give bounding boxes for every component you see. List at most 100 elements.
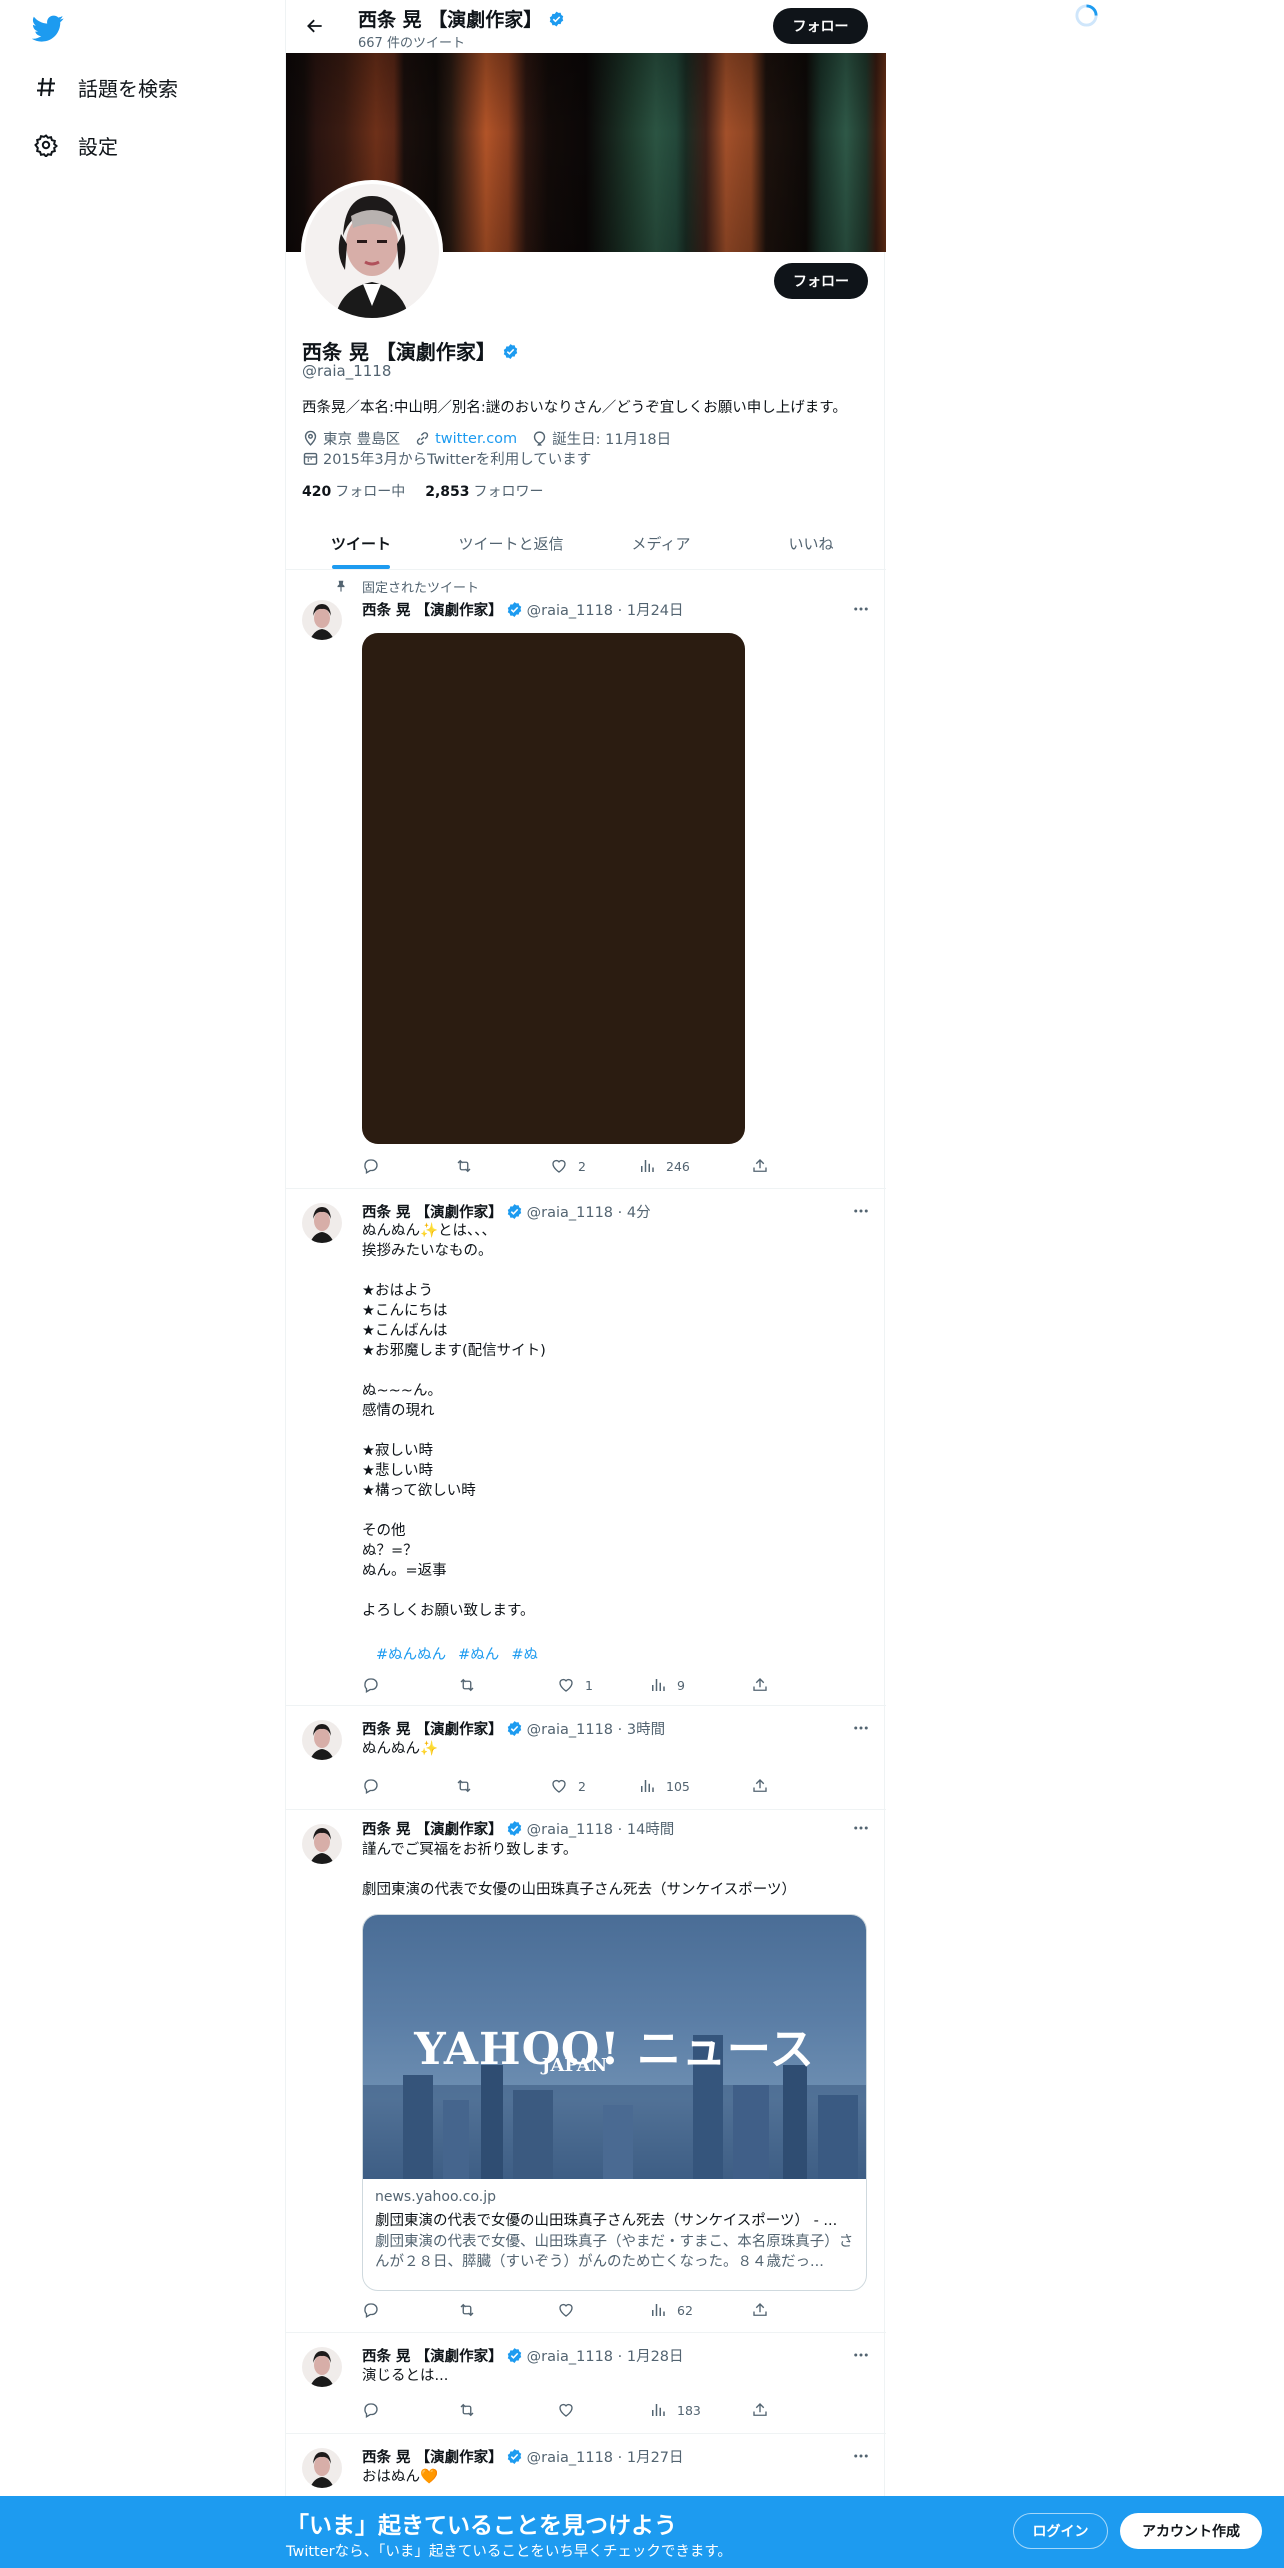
link-card-description: 劇団東演の代表で女優、山田珠真子（やまだ・すまこ、本名原珠真子）さんが２８日、膵… bbox=[375, 2234, 854, 2270]
tweet-meta[interactable]: @raia_1118 · 14時間 bbox=[527, 1818, 675, 1839]
tweet-author-name[interactable]: 西条 晃 【演劇作家】 bbox=[362, 1818, 503, 1839]
tweet-author-name[interactable]: 西条 晃 【演劇作家】 bbox=[362, 599, 503, 620]
main-column: 西条 晃 【演劇作家】 667 件のツイート フォロー フォロー 西条 晃 【演… bbox=[285, 0, 886, 2568]
link-card[interactable]: YAHOO! ニュース JAPAN news.yahoo.co.jp 劇団東演の… bbox=[362, 1914, 867, 2291]
profile-name-text: 西条 晃 【演劇作家】 bbox=[302, 340, 496, 364]
share-button[interactable] bbox=[751, 1776, 769, 1796]
tab-media[interactable]: メディア bbox=[586, 517, 736, 569]
tweet-meta[interactable]: @raia_1118 · 1月24日 bbox=[527, 599, 684, 620]
more-icon[interactable] bbox=[850, 1718, 872, 1738]
more-icon[interactable] bbox=[850, 2345, 872, 2365]
tab-tweets[interactable]: ツイート bbox=[286, 517, 436, 569]
views-button[interactable]: 9 bbox=[649, 1675, 685, 1695]
tweet-meta[interactable]: @raia_1118 · 3時間 bbox=[527, 1718, 665, 1739]
tweet[interactable]: 西条 晃 【演劇作家】 @raia_1118 · 3時間 ぬんぬん✨ 2 105 bbox=[286, 1706, 886, 1810]
retweet-button[interactable] bbox=[455, 1776, 483, 1796]
tweet-meta[interactable]: @raia_1118 · 4分 bbox=[527, 1201, 651, 1222]
followers-label: フォロワー bbox=[473, 484, 544, 500]
profile-follow-button[interactable]: フォロー bbox=[774, 263, 868, 299]
views-button[interactable]: 105 bbox=[638, 1776, 690, 1796]
tweet-meta[interactable]: @raia_1118 · 1月27日 bbox=[527, 2446, 684, 2467]
link-card-title: 劇団東演の代表で女優の山田珠真子さん死去（サンケイスポーツ） - ... bbox=[375, 2213, 838, 2229]
reply-icon bbox=[364, 2303, 378, 2318]
followers-link[interactable]: 2,853 フォロワー bbox=[425, 481, 543, 501]
signup-button[interactable]: アカウント作成 bbox=[1120, 2513, 1262, 2549]
tweet-author-name[interactable]: 西条 晃 【演劇作家】 bbox=[362, 1201, 503, 1222]
tweet-avatar[interactable] bbox=[302, 2347, 342, 2387]
tab-tweets-and-replies[interactable]: ツイートと返信 bbox=[436, 517, 586, 569]
tweet-author-name[interactable]: 西条 晃 【演劇作家】 bbox=[362, 2345, 503, 2366]
retweet-button[interactable] bbox=[458, 2400, 486, 2420]
share-button[interactable] bbox=[751, 2300, 769, 2320]
tweet-meta[interactable]: @raia_1118 · 1月28日 bbox=[527, 2345, 684, 2366]
tweet-avatar[interactable] bbox=[302, 2448, 342, 2488]
tab-likes[interactable]: いいね bbox=[736, 517, 886, 569]
tweet-avatar[interactable] bbox=[302, 600, 342, 640]
profile-location: 東京 豊島区 bbox=[323, 432, 401, 448]
retweet-button[interactable] bbox=[455, 1156, 483, 1176]
link-card-domain: news.yahoo.co.jp bbox=[375, 2189, 496, 2205]
back-button[interactable] bbox=[298, 9, 332, 43]
verified-badge-icon bbox=[506, 2448, 523, 2465]
header-follow-button[interactable]: フォロー bbox=[773, 8, 868, 44]
twitter-logo-icon[interactable] bbox=[31, 12, 68, 48]
reply-icon bbox=[364, 2403, 378, 2418]
like-button[interactable]: 2 bbox=[550, 1776, 586, 1796]
tweet-media[interactable] bbox=[362, 633, 745, 1144]
reply-button[interactable] bbox=[362, 1675, 390, 1695]
tweet-actions: 183 bbox=[362, 2400, 802, 2420]
profile-avatar[interactable] bbox=[301, 180, 443, 322]
link-card-body: news.yahoo.co.jp 劇団東演の代表で女優の山田珠真子さん死去（サン… bbox=[363, 2179, 866, 2290]
tweet-avatar[interactable] bbox=[302, 1720, 342, 1760]
hashtag-link[interactable]: #ぬんぬん bbox=[376, 1643, 446, 1664]
like-button[interactable]: 2 bbox=[550, 1156, 586, 1176]
more-icon[interactable] bbox=[850, 1201, 872, 1221]
like-button[interactable] bbox=[557, 2300, 585, 2320]
following-link[interactable]: 420 フォロー中 bbox=[302, 481, 405, 501]
nav-settings[interactable]: 設定 bbox=[32, 123, 118, 167]
tweet-author-name[interactable]: 西条 晃 【演劇作家】 bbox=[362, 1718, 503, 1739]
hashtag-link[interactable]: #ぬん bbox=[458, 1643, 499, 1664]
share-button[interactable] bbox=[751, 1675, 769, 1695]
tweet-author-name[interactable]: 西条 晃 【演劇作家】 bbox=[362, 2446, 503, 2467]
tweet[interactable]: 西条 晃 【演劇作家】 @raia_1118 · 1月28日 演じるとは... … bbox=[286, 2333, 886, 2434]
profile-joined-row: 2015年3月からTwitterを利用しています bbox=[302, 448, 591, 469]
like-button[interactable]: 1 bbox=[557, 1675, 593, 1695]
retweet-button[interactable] bbox=[458, 1675, 486, 1695]
tweet[interactable]: 西条 晃 【演劇作家】 @raia_1118 · 14時間 謹んでご冥福をお祈り… bbox=[286, 1810, 886, 2333]
verified-badge-icon bbox=[502, 342, 519, 359]
bar-chart-icon bbox=[652, 1679, 665, 1691]
balloon-icon bbox=[531, 430, 548, 447]
tweet-text: 謹んでご冥福をお祈り致します。 劇団東演の代表で女優の山田珠真子さん死去（サンケ… bbox=[362, 1842, 796, 1898]
hashtag-link[interactable]: #ぬ bbox=[511, 1643, 538, 1664]
more-icon[interactable] bbox=[850, 599, 872, 619]
tweet[interactable]: 西条 晃 【演劇作家】 @raia_1118 · 4分 ぬんぬん✨とは、、、 挨… bbox=[286, 1189, 886, 1706]
like-button[interactable] bbox=[557, 2400, 585, 2420]
reply-button[interactable] bbox=[362, 2400, 390, 2420]
reply-icon bbox=[364, 1678, 378, 1693]
tweet-text: ぬんぬん✨ bbox=[362, 1741, 439, 1757]
views-button[interactable]: 62 bbox=[649, 2300, 693, 2320]
login-button[interactable]: ログイン bbox=[1013, 2513, 1108, 2549]
share-button[interactable] bbox=[751, 2400, 769, 2420]
reply-button[interactable] bbox=[362, 1156, 390, 1176]
share-icon bbox=[753, 2403, 767, 2416]
tweet-header: 西条 晃 【演劇作家】 @raia_1118 · 14時間 bbox=[362, 1818, 674, 1838]
tweet-pinned[interactable]: 固定されたツイート 西条 晃 【演劇作家】 @raia_1118 · 1月24日… bbox=[286, 570, 886, 1189]
tweet-text: おはぬん🧡 bbox=[362, 2469, 439, 2485]
views-button[interactable]: 183 bbox=[649, 2400, 701, 2420]
retweet-button[interactable] bbox=[458, 2300, 486, 2320]
share-button[interactable] bbox=[751, 1156, 769, 1176]
profile-name: 西条 晃 【演劇作家】 bbox=[302, 336, 519, 365]
views-button[interactable]: 246 bbox=[638, 1156, 690, 1176]
nav-explore[interactable]: 話題を検索 bbox=[32, 65, 178, 109]
header-name: 西条 晃 【演劇作家】 bbox=[358, 5, 565, 32]
tweet-avatar[interactable] bbox=[302, 1203, 342, 1243]
reply-button[interactable] bbox=[362, 1776, 390, 1796]
more-icon[interactable] bbox=[850, 1818, 872, 1838]
reply-button[interactable] bbox=[362, 2300, 390, 2320]
tweet-avatar[interactable] bbox=[302, 1824, 342, 1864]
following-count: 420 bbox=[302, 484, 332, 500]
profile-url[interactable]: twitter.com bbox=[435, 431, 517, 447]
more-icon[interactable] bbox=[850, 2446, 872, 2466]
